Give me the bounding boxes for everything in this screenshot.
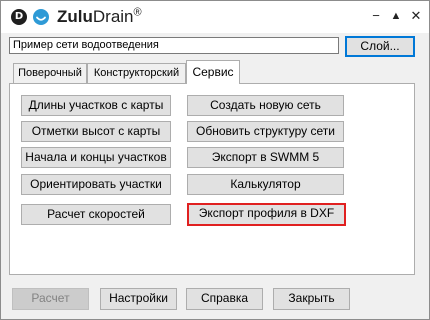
lengths-from-map-button[interactable]: Длины участков с карты [21,95,171,116]
minimize-icon[interactable]: − [367,7,385,25]
update-network-structure-button[interactable]: Обновить структуру сети [187,121,344,142]
settings-button[interactable]: Настройки [100,288,177,310]
tab-design[interactable]: Конструкторский [87,63,186,83]
layer-button[interactable]: Слой... [345,36,415,57]
speed-calculation-button[interactable]: Расчет скоростей [21,204,171,225]
tab-service[interactable]: Сервис [186,60,240,84]
export-profile-dxf-button[interactable]: Экспорт профиля в DXF [187,203,346,226]
close-icon[interactable]: ✕ [407,7,425,25]
app-title-drain: Drain [92,7,134,26]
section-endpoints-button[interactable]: Начала и концы участков [21,147,171,168]
calculate-button[interactable]: Расчет [12,288,89,310]
registered-mark: ® [133,6,142,19]
app-title: ZuluDrain® [57,6,142,28]
app-title-zulu: Zulu [57,7,93,26]
project-name-field[interactable]: Пример сети водоотведения [9,37,339,54]
heights-from-map-button[interactable]: Отметки высот с карты [21,121,171,142]
zulu-d-logo-icon: D [11,9,27,25]
smile-logo-icon [33,9,49,25]
export-swmm-button[interactable]: Экспорт в SWMM 5 [187,147,344,168]
tab-verification[interactable]: Поверочный [13,63,87,83]
zuludrain-window: D ZuluDrain® − ▲ ✕ Пример сети водоотвед… [0,0,430,320]
calculator-button[interactable]: Калькулятор [187,174,344,195]
collapse-up-icon[interactable]: ▲ [387,7,405,25]
title-bar[interactable]: D ZuluDrain® − ▲ ✕ [1,1,429,33]
orient-sections-button[interactable]: Ориентировать участки [21,174,171,195]
help-button[interactable]: Справка [186,288,263,310]
create-new-network-button[interactable]: Создать новую сеть [187,95,344,116]
service-tab-panel: Длины участков с карты Отметки высот с к… [9,83,415,275]
close-button[interactable]: Закрыть [273,288,350,310]
